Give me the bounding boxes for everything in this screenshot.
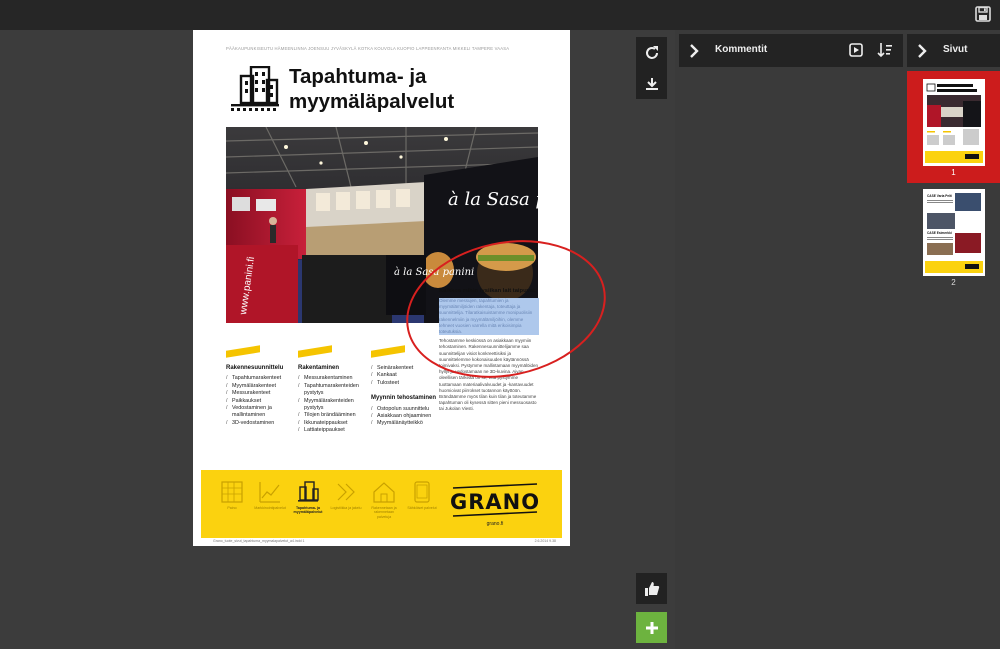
list-item: Ikkunateippaukset <box>298 420 368 428</box>
list-item: Paikkaukset <box>226 398 296 406</box>
play-icon[interactable] <box>849 43 863 57</box>
service-paino: Paino <box>215 480 249 510</box>
yellow-stripe <box>226 345 260 358</box>
brand-url: grano.fi <box>486 521 504 527</box>
thumbs-up-icon <box>644 581 659 596</box>
column-heading: Myynnin tehostaminen <box>371 395 437 402</box>
list-item: Tapahtumarakenteet <box>226 375 296 383</box>
service-label: Tapahtuma- ja myymäläpalvelut <box>293 506 323 515</box>
list-item: Vedostaminen ja mallintaminen <box>226 405 296 420</box>
save-button[interactable] <box>974 5 994 25</box>
list-item: Messurakentaminen <box>298 375 368 383</box>
plus-icon <box>645 621 658 634</box>
top-bar <box>0 0 1000 30</box>
list-item: Myymälärakenteet <box>226 383 296 391</box>
page-thumbnail-1[interactable]: 1 <box>907 71 1000 183</box>
download-button[interactable] <box>636 68 667 99</box>
thumb2-heading-2: CASE Esimerkki <box>927 231 952 235</box>
service-markkinointi: Markkinointipalvelut <box>253 480 287 510</box>
page-number: 1 <box>951 168 956 177</box>
services-band: Paino Markkinointipalvelut Tapahtuma- ja… <box>201 470 562 538</box>
pages-header: Sivut <box>907 34 1000 67</box>
list-item: Myymälänäytteikkö <box>371 420 441 428</box>
add-comment-button[interactable] <box>636 612 667 643</box>
column-heading: Rakentaminen <box>298 365 340 371</box>
comments-header: Kommentit <box>679 34 903 67</box>
service-tapahtuma: Tapahtuma- ja myymäläpalvelut <box>291 480 325 515</box>
list-item: Tilojen brändääminen <box>298 412 368 420</box>
footer-file: Grano_tuote_sivut_tapahtuma_myymalapalve… <box>213 539 305 543</box>
yellow-stripe <box>371 345 405 358</box>
like-button[interactable] <box>636 573 667 604</box>
list-item: Asiakkaan ohjaaminen <box>371 413 441 421</box>
download-icon <box>645 77 658 90</box>
list-item: Myymälärakenteiden pystytys <box>298 398 368 413</box>
column-heading: Rakennesuunnittelu <box>226 365 284 371</box>
rotate-button[interactable] <box>636 37 667 68</box>
rotate-icon <box>645 45 658 59</box>
comments-title: Kommentit <box>715 44 768 55</box>
tablet-icon <box>414 481 430 503</box>
column-rakennesuunnittelu: Rakennesuunnittelu Tapahtumarakenteet My… <box>226 345 296 428</box>
list-item: Tulosteet <box>371 380 441 388</box>
save-icon <box>975 6 991 22</box>
service-logistiikka: Logistiikka ja jakelu <box>329 480 363 510</box>
service-label: Markkinointipalvelut <box>254 506 286 510</box>
service-label: Sähköiset palvelut <box>407 506 437 510</box>
service-sahkoiset: Sähköiset palvelut <box>405 480 439 510</box>
yellow-stripe <box>298 345 332 358</box>
sort-icon[interactable] <box>877 42 893 58</box>
pages-panel: Sivut 1 CASE Varia Pelti CASE Esimerkki … <box>905 30 1000 649</box>
service-label: Rakennetaan ja rakennetaan palveluja <box>371 506 397 519</box>
list-item: Messurakenteet <box>226 390 296 398</box>
chart-icon <box>259 482 280 503</box>
city-list: PÄÄKAUPUNKISEUTU HÄMEENLINNA JOENSUU JYV… <box>226 46 510 51</box>
pages-title: Sivut <box>943 44 968 55</box>
thumb2-heading-1: CASE Varia Pelti <box>927 194 952 198</box>
service-label: Paino <box>227 506 237 510</box>
footer-date: 2.6.2014 9.38 <box>534 539 556 543</box>
thumbnail-image <box>923 79 985 166</box>
page-thumbnail-2[interactable]: CASE Varia Pelti CASE Esimerkki 2 <box>907 181 1000 293</box>
house-icon <box>373 482 395 503</box>
list-item: Ostopolun suunnittelu <box>371 406 441 414</box>
page-number: 2 <box>951 278 956 287</box>
printing-icon <box>221 481 243 503</box>
page-title: Tapahtuma- ja myymäläpalvelut <box>289 65 455 113</box>
chevron-right-icon[interactable] <box>917 44 927 58</box>
list-item: Lattiateippaukset <box>298 427 368 435</box>
column-rakentaminen: Rakentaminen Messurakentaminen Tapahtuma… <box>298 345 368 435</box>
grano-logo: GRANO <box>451 483 539 517</box>
list-item: Tapahtumarakenteiden pystytys <box>298 383 368 398</box>
booth-sign-top: à la Sasa panini <box>448 189 538 210</box>
document-viewer: PÄÄKAUPUNKISEUTU HÄMEENLINNA JOENSUU JYV… <box>0 30 675 649</box>
grano-wordmark: GRANO <box>451 490 539 514</box>
list-item: 3D-vedostaminen <box>226 420 296 428</box>
arrows-icon <box>337 483 355 501</box>
list-item: Seinärakenteet <box>371 365 441 373</box>
chevron-right-icon[interactable] <box>689 44 699 58</box>
list-item: Kankaat <box>371 372 441 380</box>
building-icon <box>231 66 279 111</box>
service-label: Logistiikka ja jakelu <box>330 506 362 510</box>
service-rakennetaan: Rakennetaan ja rakennetaan palveluja <box>367 480 401 519</box>
comments-panel: Kommentit <box>675 30 905 649</box>
thumbnail-image: CASE Varia Pelti CASE Esimerkki <box>923 189 985 276</box>
building-icon <box>298 481 319 502</box>
